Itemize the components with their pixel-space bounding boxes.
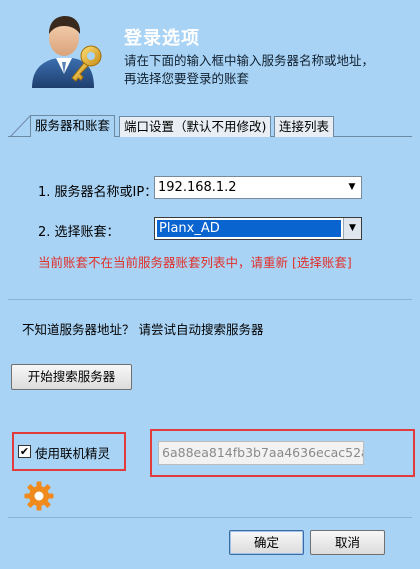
search-hint: 不知道服务器地址？ 请尝试自动搜索服务器 (22, 322, 264, 337)
wizard-checkbox[interactable]: ✔ (18, 445, 31, 458)
gear-icon[interactable] (23, 480, 55, 512)
tab-server-account[interactable]: 服务器和账套 (30, 115, 116, 137)
account-value: Planx_AD (156, 219, 342, 238)
tab-slant-edge (9, 115, 32, 138)
description-line-1: 请在下面的输入框中输入服务器名称或地址， (124, 53, 375, 68)
cancel-button[interactable]: 取消 (310, 530, 385, 555)
dialog-description: 请在下面的输入框中输入服务器名称或地址， 再选择您要登录的账套 (124, 52, 404, 88)
wizard-token-field[interactable]: 6a88ea814fb3b7aa4636ecac52a203 (158, 441, 364, 465)
user-key-avatar-icon (28, 12, 108, 90)
start-search-button[interactable]: 开始搜索服务器 (11, 364, 132, 390)
server-select[interactable]: 192.168.1.2 ▼ (154, 176, 362, 199)
server-label: 1. 服务器名称或IP： (38, 185, 158, 200)
divider (8, 299, 412, 300)
dialog-title: 登录选项 (124, 28, 200, 49)
chevron-down-icon[interactable]: ▼ (343, 177, 361, 198)
divider (8, 517, 412, 518)
checkmark-icon: ✔ (19, 445, 30, 458)
wizard-checkbox-label[interactable]: 使用联机精灵 (35, 443, 110, 462)
chevron-down-icon[interactable]: ▼ (343, 218, 361, 239)
ok-button[interactable]: 确定 (229, 530, 304, 555)
description-line-2: 再选择您要登录的账套 (124, 71, 250, 86)
account-warning: 当前账套不在当前服务器账套列表中，请重新 [选择账套] (38, 255, 352, 270)
tab-port-settings[interactable]: 端口设置（默认不用修改) (119, 116, 272, 137)
account-select[interactable]: Planx_AD ▼ (154, 217, 362, 240)
account-label: 2. 选择账套： (38, 225, 120, 240)
tab-connection-list[interactable]: 连接列表 (274, 116, 335, 137)
server-value: 192.168.1.2 (158, 180, 237, 195)
